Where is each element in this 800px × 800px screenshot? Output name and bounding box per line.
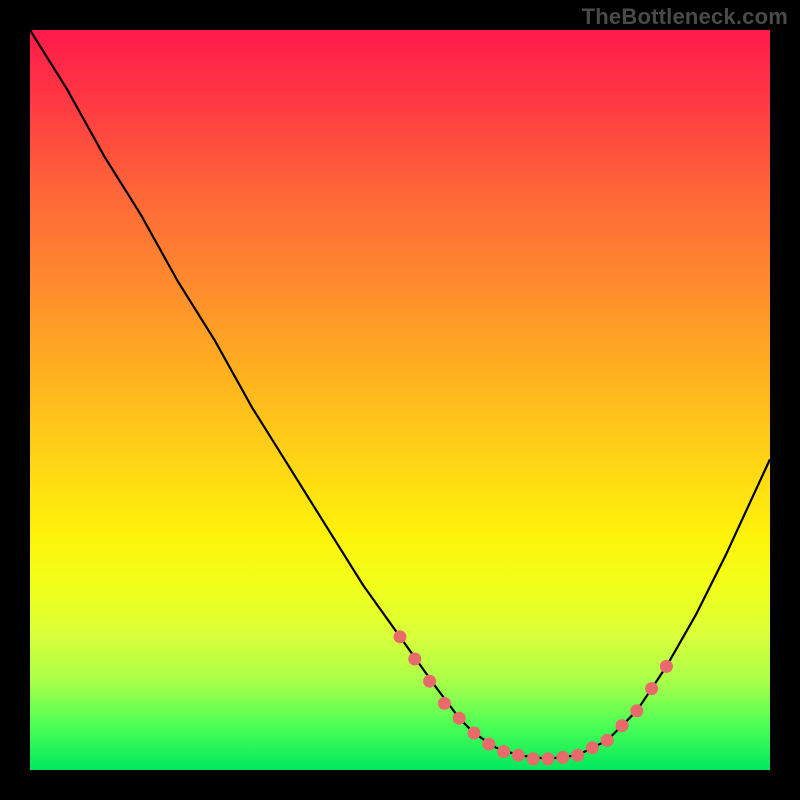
chart-container: TheBottleneck.com (0, 0, 800, 800)
curve-marker (556, 751, 569, 764)
curve-marker (497, 745, 510, 758)
curve-marker (468, 727, 481, 740)
curve-marker (408, 653, 421, 666)
curve-marker (512, 749, 525, 762)
curve-marker (527, 752, 540, 765)
curve-marker (542, 752, 555, 765)
curve-markers (394, 630, 673, 765)
watermark-text: TheBottleneck.com (582, 4, 788, 30)
curve-marker (586, 741, 599, 754)
curve-marker (453, 712, 466, 725)
curve-marker (616, 719, 629, 732)
curve-marker (394, 630, 407, 643)
curve-marker (601, 734, 614, 747)
plot-overlay (30, 30, 770, 770)
curve-marker (423, 675, 436, 688)
bottleneck-curve (30, 30, 770, 759)
curve-marker (482, 738, 495, 751)
curve-marker (630, 704, 643, 717)
curve-marker (438, 697, 451, 710)
curve-marker (660, 660, 673, 673)
curve-marker (645, 682, 658, 695)
curve-marker (571, 749, 584, 762)
